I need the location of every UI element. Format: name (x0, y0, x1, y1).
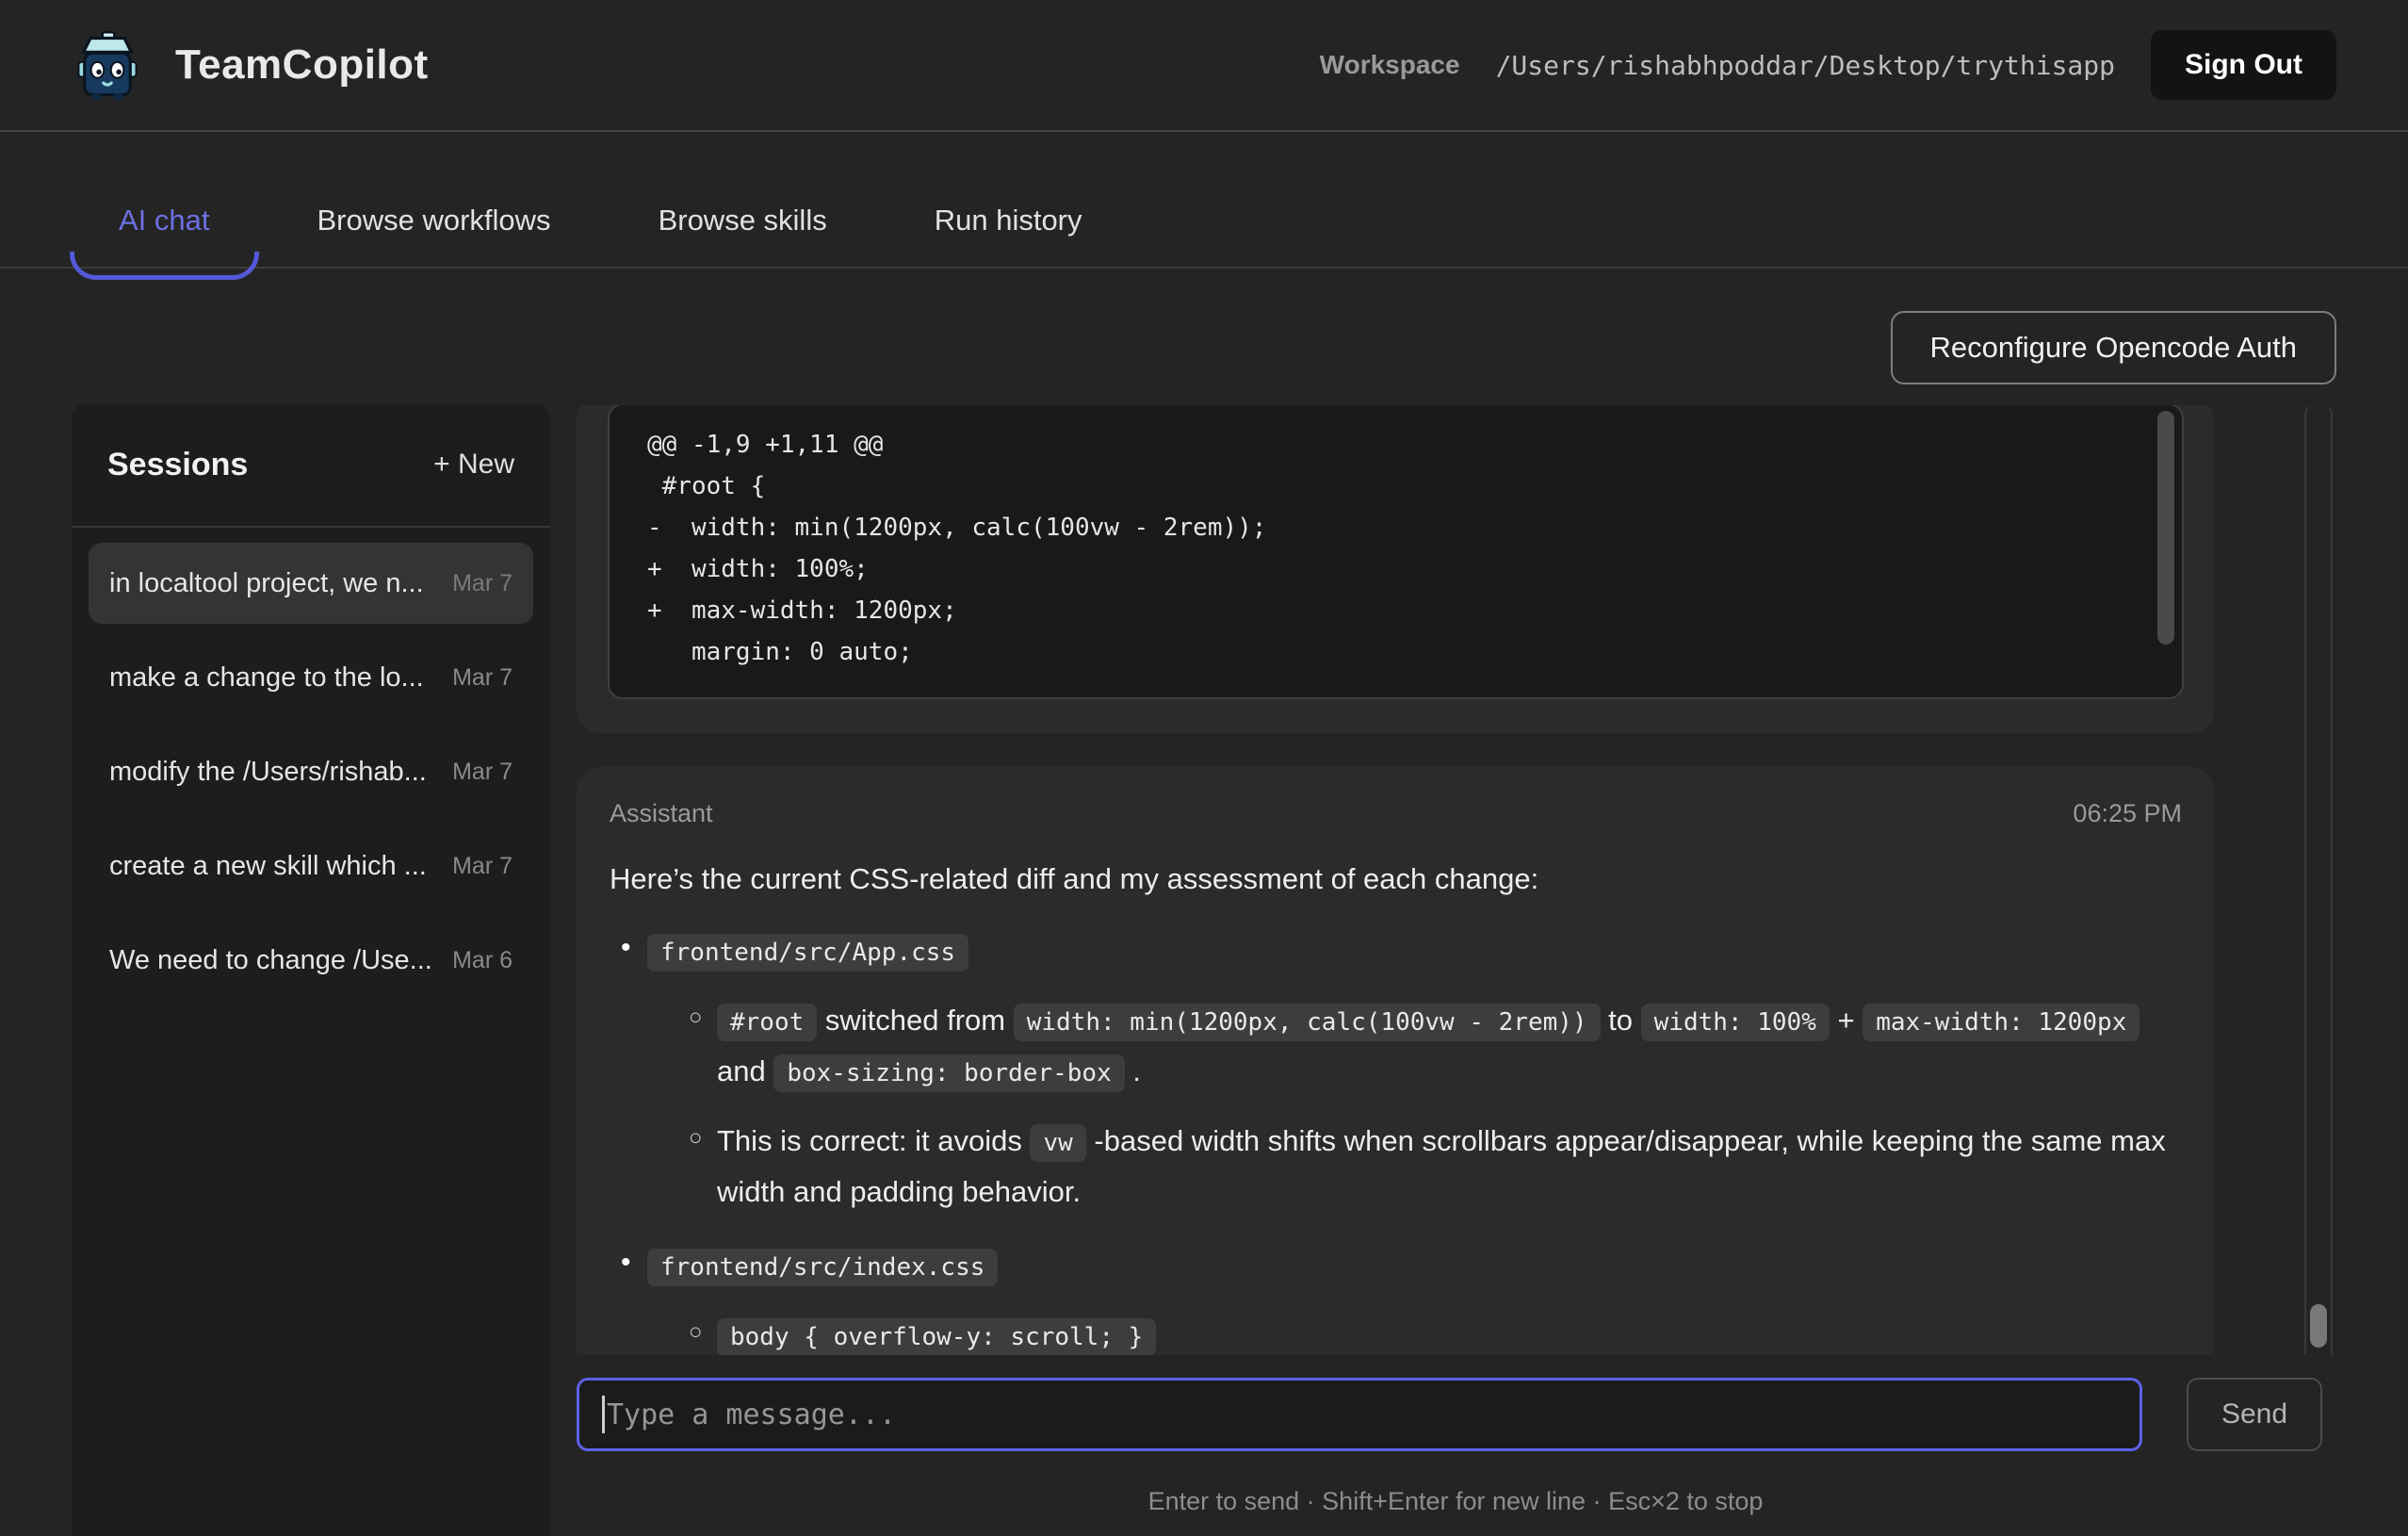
message-timestamp: 06:25 PM (2073, 799, 2182, 828)
sessions-panel: Sessions + New in localtool project, we … (72, 403, 550, 1536)
tab-ai-chat[interactable]: AI chat (119, 174, 210, 267)
active-tab-underline (70, 252, 259, 280)
bullet-text-segment: . (1125, 1054, 1141, 1087)
session-item[interactable]: in localtool project, we n... Mar 7 (89, 543, 533, 624)
sub-bullet-row: ○body { overflow-y: scroll; } (610, 1311, 2182, 1355)
inline-code-chip: max-width: 1200px (1863, 1004, 2140, 1041)
session-item-date: Mar 7 (452, 759, 513, 786)
sub-bullet-marker-icon: ○ (689, 996, 717, 1039)
code-block-scrollbar-thumb[interactable] (2157, 411, 2174, 645)
bullet-marker-icon: • (621, 1241, 647, 1284)
bullet-text-segment: + (1830, 1004, 1863, 1037)
sub-bullet-row: ○#root switched from width: min(1200px, … (610, 996, 2182, 1098)
file-path-chip: frontend/src/index.css (647, 1249, 998, 1286)
message-card-assistant: Assistant 06:25 PM Here’s the current CS… (577, 767, 2214, 1355)
session-item-date: Mar 6 (452, 947, 513, 974)
session-item-date: Mar 7 (452, 570, 513, 597)
diff-code-line: + max-width: 1200px; (647, 590, 2125, 631)
sub-bullet-row: ○This is correct: it avoids vw -based wi… (610, 1117, 2182, 1217)
sub-bullet-marker-icon: ○ (689, 1311, 717, 1354)
inline-code-chip: box-sizing: border-box (773, 1054, 1124, 1092)
new-session-button[interactable]: + New (433, 449, 514, 481)
inline-code-chip: vw (1030, 1124, 1085, 1162)
bullet-content: frontend/src/App.css (647, 926, 2182, 977)
inline-code-chip: #root (717, 1004, 817, 1041)
session-item[interactable]: make a change to the lo... Mar 7 (89, 637, 533, 718)
sessions-header: Sessions + New (72, 403, 550, 528)
message-input[interactable]: Type a message... (577, 1378, 2142, 1451)
sub-bullet-content: #root switched from width: min(1200px, c… (717, 996, 2182, 1098)
bullet-content: frontend/src/index.css (647, 1241, 2182, 1292)
sub-bullet-content: body { overflow-y: scroll; } (717, 1311, 2182, 1355)
session-item-date: Mar 7 (452, 664, 513, 692)
session-item-title: We need to change /Use... (109, 945, 435, 976)
message-input-placeholder: Type a message... (607, 1398, 896, 1431)
session-list: in localtool project, we n...Mar 7make a… (72, 528, 550, 1029)
session-item-title: in localtool project, we n... (109, 568, 435, 599)
bullet-marker-icon: • (621, 926, 647, 970)
workspace-path: /Users/rishabhpoddar/Desktop/trythisapp (1496, 50, 2115, 81)
bullet-row: •frontend/src/index.css (610, 1241, 2182, 1292)
message-card-code: @@ -1,9 +1,11 @@ #root {- width: min(120… (577, 405, 2214, 733)
diff-code-block: @@ -1,9 +1,11 @@ #root {- width: min(120… (608, 405, 2184, 699)
sign-out-button[interactable]: Sign Out (2151, 30, 2336, 100)
sessions-title: Sessions (107, 447, 248, 483)
sub-bullet-content: This is correct: it avoids vw -based wid… (717, 1117, 2182, 1217)
main-tabbar: AI chat Browse workflows Browse skills Run … (0, 174, 2408, 269)
file-path-chip: frontend/src/App.css (647, 934, 968, 972)
session-item[interactable]: create a new skill which ... Mar 7 (89, 825, 533, 907)
text-caret (602, 1396, 605, 1433)
diff-code-line: + width: 100%; (647, 548, 2125, 590)
inline-code-chip: width: 100% (1641, 1004, 1830, 1041)
composer: Type a message... Send Enter to send · S… (577, 1378, 2335, 1516)
diff-code-line: margin: 0 auto; (647, 631, 2125, 673)
bullet-row: •frontend/src/App.css (610, 926, 2182, 977)
session-item[interactable]: modify the /Users/rishab... Mar 7 (89, 731, 533, 812)
session-item[interactable]: We need to change /Use... Mar 6 (89, 920, 533, 1001)
app-title: TeamCopilot (175, 41, 429, 89)
bullet-text-segment: to (1601, 1004, 1641, 1037)
app-header: TeamCopilot Workspace /Users/rishabhpodd… (0, 0, 2408, 132)
session-item-title: create a new skill which ... (109, 851, 435, 882)
tab-run-history[interactable]: Run history (935, 174, 1082, 267)
assistant-bullet-list: •frontend/src/App.css○#root switched fro… (610, 926, 2182, 1355)
chat-scrollbar-track[interactable] (2304, 405, 2333, 1355)
tab-browse-workflows[interactable]: Browse workflows (317, 174, 551, 267)
bullet-text-segment: This is correct: it avoids (717, 1124, 1030, 1157)
inline-code-chip: body { overflow-y: scroll; } (717, 1318, 1156, 1355)
diff-code-line: @@ -1,9 +1,11 @@ (647, 424, 2125, 466)
message-role-label: Assistant (610, 799, 713, 828)
bullet-text-segment: switched from (817, 1004, 1013, 1037)
composer-hint-text: Enter to send · Shift+Enter for new line… (577, 1487, 2335, 1516)
sub-bullet-marker-icon: ○ (689, 1117, 717, 1160)
inline-code-chip: width: min(1200px, calc(100vw - 2rem)) (1014, 1004, 1601, 1041)
assistant-intro-text: Here’s the current CSS-related diff and … (610, 862, 2182, 896)
session-item-date: Mar 7 (452, 853, 513, 880)
chat-message-list[interactable]: @@ -1,9 +1,11 @@ #root {- width: min(120… (577, 405, 2335, 1355)
tab-browse-skills[interactable]: Browse skills (659, 174, 827, 267)
reconfigure-opencode-auth-button[interactable]: Reconfigure Opencode Auth (1891, 311, 2337, 384)
diff-code-line: #root { (647, 466, 2125, 507)
teamcopilot-logo-icon (72, 29, 143, 101)
send-button[interactable]: Send (2187, 1378, 2322, 1451)
workspace-label: Workspace (1320, 50, 1460, 80)
diff-code-line: - width: min(1200px, calc(100vw - 2rem))… (647, 507, 2125, 548)
chat-scrollbar-thumb[interactable] (2310, 1304, 2327, 1348)
bullet-text-segment: and (717, 1054, 773, 1087)
session-item-title: modify the /Users/rishab... (109, 757, 435, 788)
session-item-title: make a change to the lo... (109, 662, 435, 694)
